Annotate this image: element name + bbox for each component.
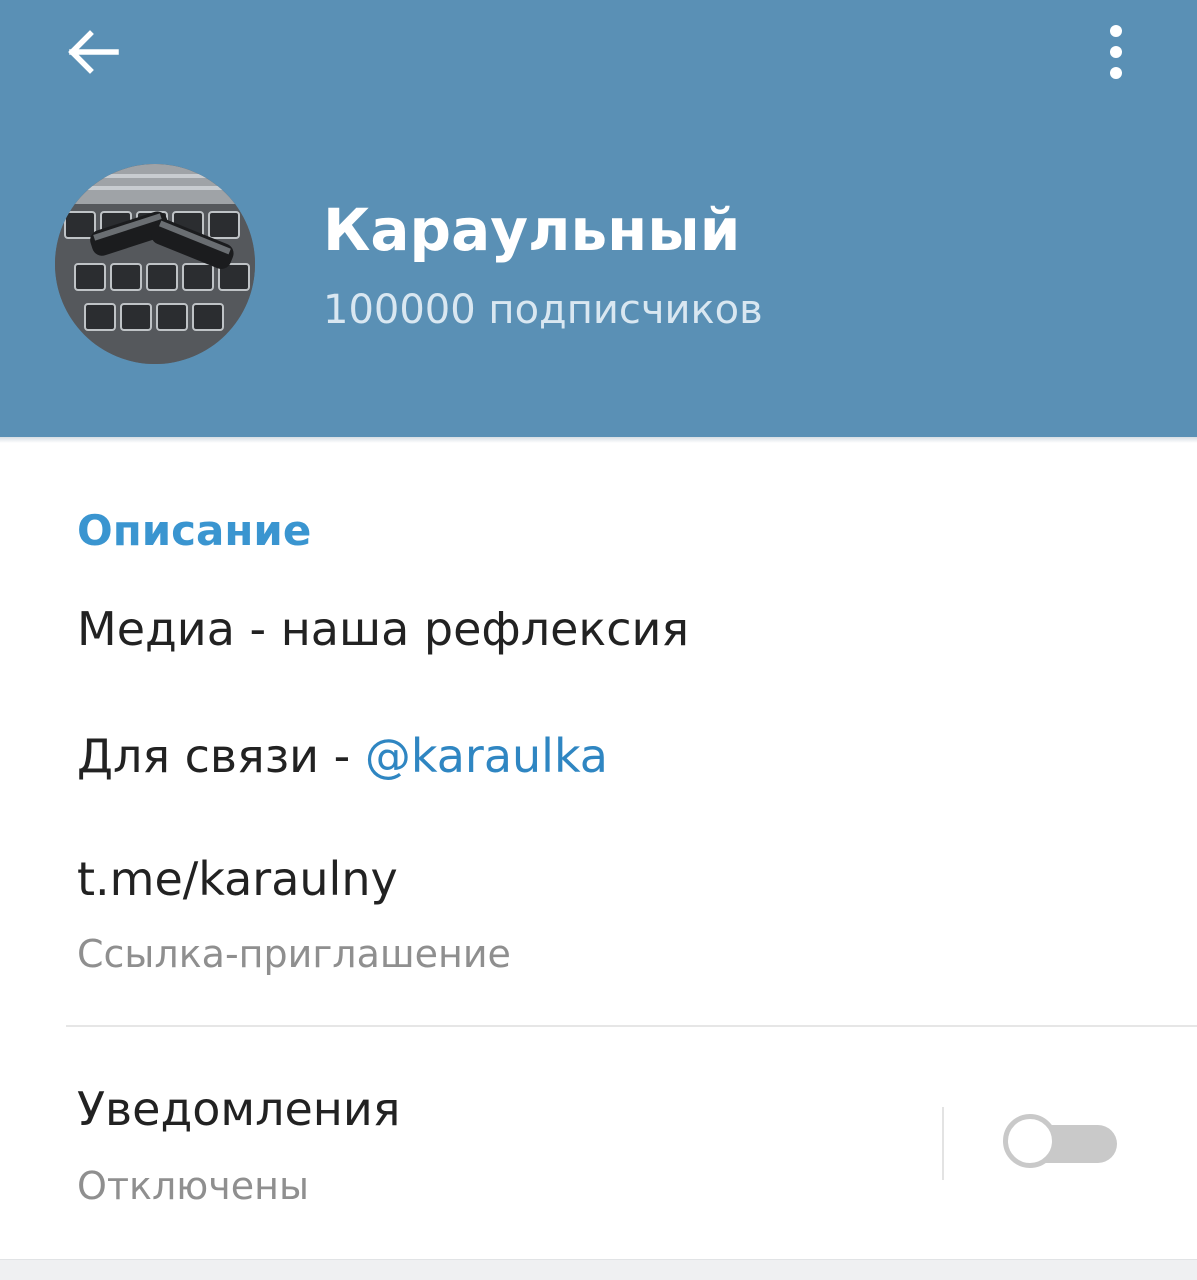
toggle-knob <box>1003 1114 1057 1168</box>
vertical-separator <box>942 1107 944 1180</box>
header-shadow <box>0 437 1197 443</box>
channel-header: Караульный 100000 подписчиков <box>0 0 1197 437</box>
more-menu-button[interactable] <box>1086 16 1146 88</box>
divider <box>66 1025 1197 1027</box>
contact-label: Для связи - <box>77 729 365 783</box>
description-line-1: Медиа - наша рефлексия <box>77 602 690 656</box>
invite-link-row[interactable]: t.me/karaulny Ссылка-приглашение <box>0 845 1197 985</box>
back-button[interactable] <box>52 20 132 84</box>
arrow-left-icon <box>68 30 119 74</box>
bottom-edge <box>0 1259 1197 1280</box>
more-vertical-icon <box>1110 25 1122 79</box>
description-section-title: Описание <box>77 506 312 555</box>
notifications-status: Отключены <box>77 1164 309 1208</box>
contact-mention-link[interactable]: @karaulka <box>365 729 608 783</box>
channel-avatar[interactable] <box>55 164 255 364</box>
invite-link-value: t.me/karaulny <box>77 852 398 906</box>
subscriber-count: 100000 подписчиков <box>323 287 763 333</box>
invite-link-caption: Ссылка-приглашение <box>77 932 511 976</box>
notifications-title: Уведомления <box>77 1082 401 1136</box>
description-line-2: Для связи - @karaulka <box>77 727 608 785</box>
avatar-image <box>55 164 255 364</box>
notifications-row[interactable]: Уведомления Отключены <box>0 1060 1197 1240</box>
channel-name: Караульный <box>323 196 741 264</box>
notifications-toggle[interactable] <box>1003 1112 1119 1176</box>
